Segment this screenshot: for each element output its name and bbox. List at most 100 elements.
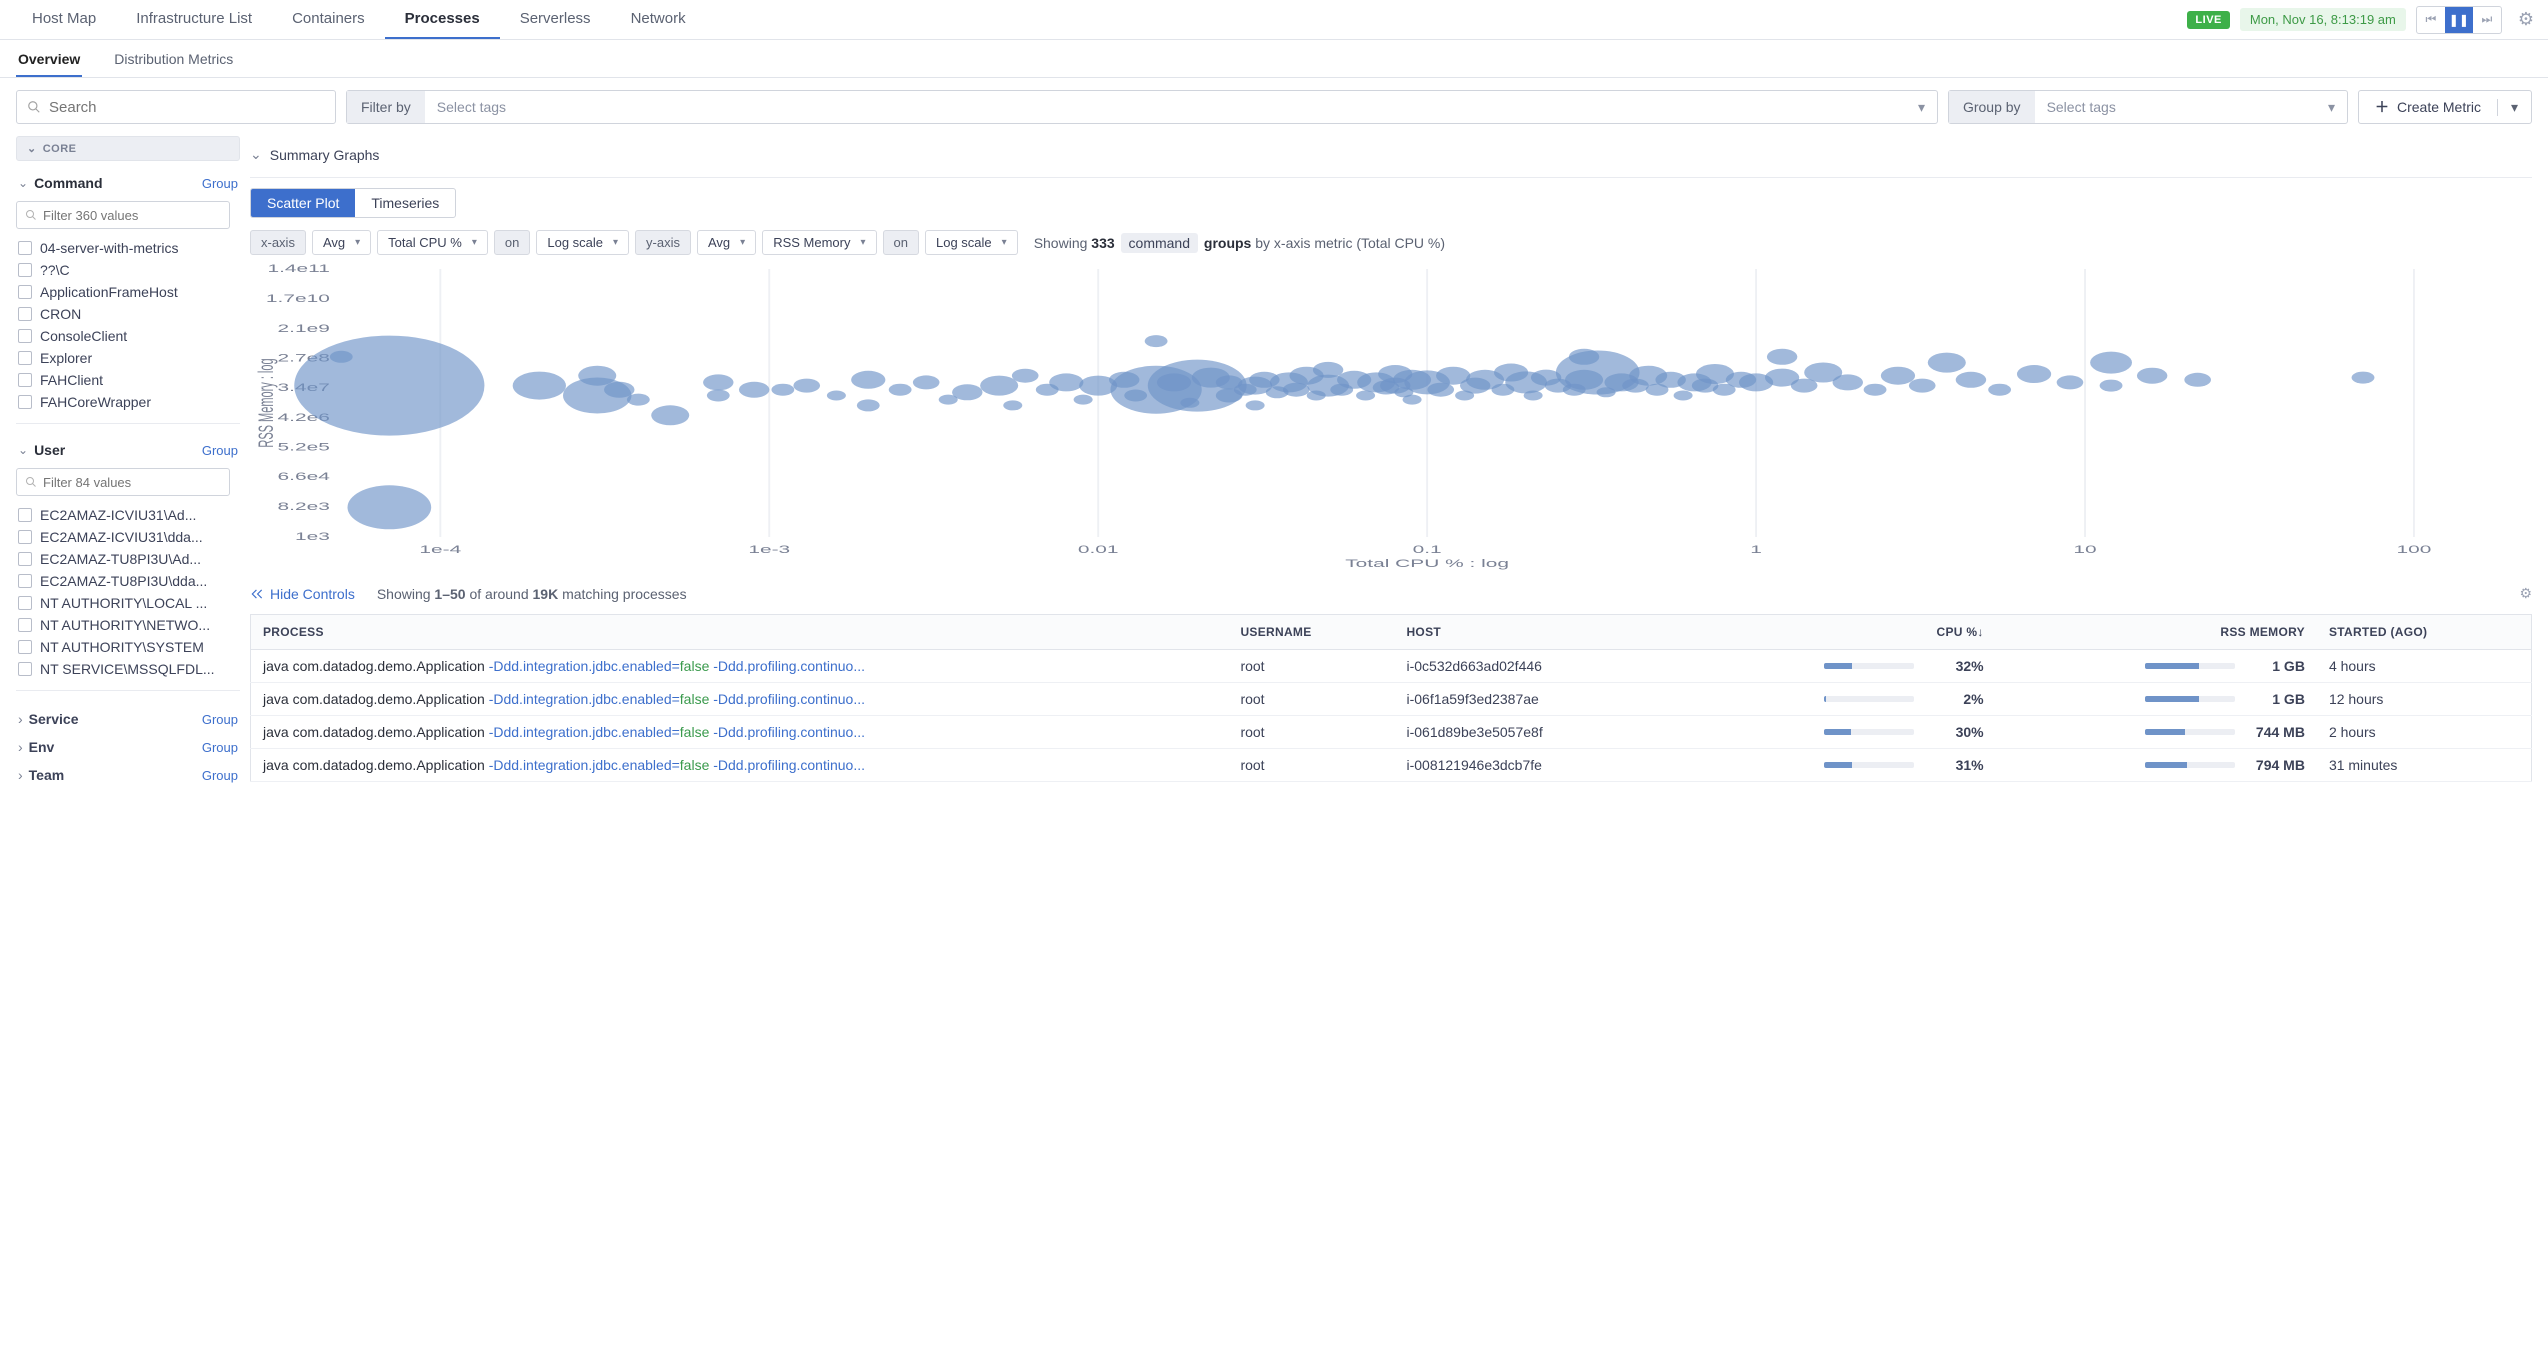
facet-service[interactable]: ›ServiceGroup xyxy=(16,705,240,733)
hide-controls-button[interactable]: Hide Controls xyxy=(250,586,355,602)
group-link[interactable]: Group xyxy=(202,443,238,458)
group-link[interactable]: Group xyxy=(202,176,238,191)
search-input[interactable] xyxy=(49,99,325,116)
plot-type-tabs: Scatter PlotTimeseries xyxy=(250,188,456,218)
scatter-plot[interactable]: 1e-41e-30.010.11101001e38.2e36.6e45.2e54… xyxy=(250,261,2532,571)
facet-item-label: CRON xyxy=(40,306,81,322)
x-agg-select[interactable]: Avg▾ xyxy=(312,230,371,255)
facet-title: Env xyxy=(29,739,202,755)
group-link[interactable]: Group xyxy=(202,712,238,727)
svg-text:100: 100 xyxy=(2397,543,2432,556)
facet-command: ⌄ Command Group 04-server-with-metrics??… xyxy=(16,171,240,424)
group-by-select[interactable]: Group by Select tags▾ xyxy=(1948,90,2348,124)
settings-icon[interactable]: ⚙ xyxy=(2512,9,2540,30)
facet-item[interactable]: ??\C xyxy=(16,259,240,281)
y-agg-select[interactable]: Avg▾ xyxy=(697,230,756,255)
checkbox[interactable] xyxy=(18,329,32,343)
facet-user-filter[interactable] xyxy=(16,468,230,496)
x-scale-select[interactable]: Log scale▾ xyxy=(536,230,629,255)
checkbox[interactable] xyxy=(18,530,32,544)
facet-user-header[interactable]: ⌄ User Group xyxy=(16,438,240,462)
checkbox[interactable] xyxy=(18,307,32,321)
nav-tab-containers[interactable]: Containers xyxy=(272,0,385,39)
checkbox[interactable] xyxy=(18,618,32,632)
col-mem[interactable]: RSS MEMORY xyxy=(1996,615,2317,650)
facet-filter-input[interactable] xyxy=(43,475,221,490)
facet-item[interactable]: EC2AMAZ-TU8PI3U\dda... xyxy=(16,570,240,592)
facet-command-header[interactable]: ⌄ Command Group xyxy=(16,171,240,195)
col-host[interactable]: HOST xyxy=(1394,615,1674,650)
facet-item[interactable]: ConsoleClient xyxy=(16,325,240,347)
nav-tab-serverless[interactable]: Serverless xyxy=(500,0,611,39)
rewind-button[interactable]: ⏮ xyxy=(2417,7,2445,33)
facet-item[interactable]: EC2AMAZ-ICVIU31\Ad... xyxy=(16,504,240,526)
x-metric-select[interactable]: Total CPU %▾ xyxy=(377,230,488,255)
group-link[interactable]: Group xyxy=(202,740,238,755)
col-started[interactable]: STARTED (AGO) xyxy=(2317,615,2532,650)
nav-tab-host-map[interactable]: Host Map xyxy=(12,0,116,39)
facet-item[interactable]: FAHCoreWrapper xyxy=(16,391,240,413)
col-username[interactable]: USERNAME xyxy=(1228,615,1394,650)
checkbox[interactable] xyxy=(18,395,32,409)
facet-item[interactable]: NT AUTHORITY\SYSTEM xyxy=(16,636,240,658)
facet-item[interactable]: NT AUTHORITY\NETWO... xyxy=(16,614,240,636)
table-row[interactable]: java com.datadog.demo.Application -Ddd.i… xyxy=(251,650,2532,683)
facet-item[interactable]: NT AUTHORITY\LOCAL ... xyxy=(16,592,240,614)
y-scale-select[interactable]: Log scale▾ xyxy=(925,230,1018,255)
facet-item[interactable]: NT SERVICE\MSSQLFDL... xyxy=(16,658,240,680)
col-cpu[interactable]: CPU %↓ xyxy=(1674,615,1995,650)
facet-command-filter[interactable] xyxy=(16,201,230,229)
nav-tab-infrastructure-list[interactable]: Infrastructure List xyxy=(116,0,272,39)
create-metric-button[interactable]: ＋Create Metric ▾ xyxy=(2358,90,2532,124)
checkbox[interactable] xyxy=(18,662,32,676)
filter-bar: Filter by Select tags▾ Group by Select t… xyxy=(0,78,2548,136)
plot-tab-scatter-plot[interactable]: Scatter Plot xyxy=(251,189,355,217)
facet-item[interactable]: ApplicationFrameHost xyxy=(16,281,240,303)
facet-item[interactable]: CRON xyxy=(16,303,240,325)
create-metric-dropdown[interactable]: ▾ xyxy=(2497,99,2531,116)
col-process[interactable]: PROCESS xyxy=(251,615,1229,650)
facet-item[interactable]: EC2AMAZ-TU8PI3U\Ad... xyxy=(16,548,240,570)
checkbox[interactable] xyxy=(18,373,32,387)
facet-item[interactable]: Explorer xyxy=(16,347,240,369)
caret-down-icon: ▾ xyxy=(2328,99,2335,116)
y-metric-select[interactable]: RSS Memory▾ xyxy=(762,230,876,255)
checkbox[interactable] xyxy=(18,552,32,566)
nav-tab-processes[interactable]: Processes xyxy=(385,0,500,39)
command-tag[interactable]: command xyxy=(1121,233,1198,253)
subnav-tab-overview[interactable]: Overview xyxy=(16,43,82,77)
search-box[interactable] xyxy=(16,90,336,124)
subnav-tab-distribution-metrics[interactable]: Distribution Metrics xyxy=(112,43,235,77)
checkbox[interactable] xyxy=(18,508,32,522)
table-row[interactable]: java com.datadog.demo.Application -Ddd.i… xyxy=(251,716,2532,749)
facet-env[interactable]: ›EnvGroup xyxy=(16,733,240,761)
cell-username: root xyxy=(1228,716,1394,749)
checkbox[interactable] xyxy=(18,351,32,365)
checkbox[interactable] xyxy=(18,241,32,255)
forward-button[interactable]: ⏭ xyxy=(2473,7,2501,33)
plot-tab-timeseries[interactable]: Timeseries xyxy=(355,189,455,217)
facet-filter-input[interactable] xyxy=(43,208,221,223)
checkbox[interactable] xyxy=(18,263,32,277)
facet-item[interactable]: FAHClient xyxy=(16,369,240,391)
table-controls: Hide Controls Showing 1–50 of around 19K… xyxy=(250,579,2532,614)
nav-tab-network[interactable]: Network xyxy=(611,0,706,39)
summary-graphs-header[interactable]: ⌄ Summary Graphs xyxy=(250,136,2532,178)
facet-item[interactable]: EC2AMAZ-ICVIU31\dda... xyxy=(16,526,240,548)
filter-by-select[interactable]: Filter by Select tags▾ xyxy=(346,90,1938,124)
cell-host: i-061d89be3e5057e8f xyxy=(1394,716,1674,749)
checkbox[interactable] xyxy=(18,574,32,588)
chevron-down-icon: ⌄ xyxy=(27,142,37,155)
core-section-header[interactable]: ⌄CORE xyxy=(16,136,240,161)
table-settings-icon[interactable]: ⚙ xyxy=(2519,585,2532,602)
facet-item-label: NT AUTHORITY\NETWO... xyxy=(40,617,210,633)
table-row[interactable]: java com.datadog.demo.Application -Ddd.i… xyxy=(251,749,2532,782)
facet-item[interactable]: 04-server-with-metrics xyxy=(16,237,240,259)
group-link[interactable]: Group xyxy=(202,768,238,783)
pause-button[interactable]: ❚❚ xyxy=(2445,7,2473,33)
checkbox[interactable] xyxy=(18,640,32,654)
table-row[interactable]: java com.datadog.demo.Application -Ddd.i… xyxy=(251,683,2532,716)
checkbox[interactable] xyxy=(18,596,32,610)
facet-team[interactable]: ›TeamGroup xyxy=(16,761,240,789)
checkbox[interactable] xyxy=(18,285,32,299)
